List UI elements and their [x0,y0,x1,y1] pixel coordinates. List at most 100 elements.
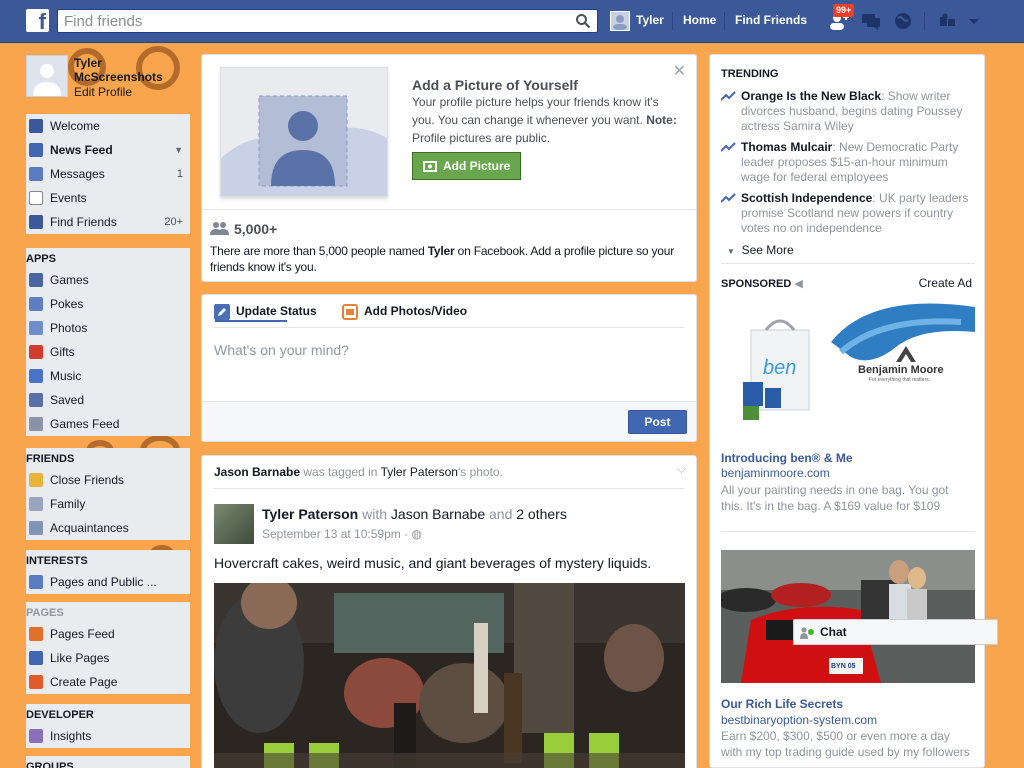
author-avatar[interactable] [214,504,254,544]
post-button[interactable]: Post [628,410,687,434]
edit-profile-link[interactable]: Edit Profile [74,85,132,99]
sidebar-item-label: Close Friends [50,473,125,487]
search-box[interactable] [57,9,598,33]
context-owner-link[interactable]: Tyler Paterson [381,465,458,479]
sidebar-item-welcome[interactable]: Welcome [26,114,190,138]
nav-divider [672,12,673,30]
controller-icon [29,417,43,431]
trending-item[interactable]: Scottish Independence: UK party leaders … [721,191,976,236]
sidebar-item-news-feed[interactable]: News Feed ▼ [26,138,190,162]
sidebar-item-label: Find Friends [50,215,117,229]
insights-icon [29,729,43,743]
pages-nav: PAGES Pages Feed Like Pages Create Page [26,602,190,694]
search-input[interactable] [58,10,558,32]
sidebar-item-games-feed[interactable]: Games Feed [26,412,190,436]
sponsored-label: SPONSORED [721,278,792,290]
nav-home-link[interactable]: Home [683,13,716,27]
sidebar-item-family[interactable]: Family [26,492,190,516]
friends-nav: FRIENDS Close Friends Family Acquaintanc… [26,448,190,540]
trending-item[interactable]: Thomas Mulcair: New Democratic Party lea… [721,140,976,185]
sidebar-item-label: Saved [50,393,85,407]
sidebar-item-find-friends[interactable]: Find Friends 20+ [26,210,190,234]
sidebar-item-label: Events [50,191,87,205]
chat-online-icon [800,627,814,639]
star-icon [29,473,43,487]
story-text: Hovercraft cakes, weird music, and giant… [214,555,652,571]
sidebar-item-label: Gifts [50,345,75,359]
author-link[interactable]: Tyler Paterson [262,506,358,522]
divider [214,327,684,328]
close-icon[interactable]: ✕ [673,61,686,81]
sidebar-item-create-page[interactable]: Create Page [26,670,190,694]
sidebar-item-insights[interactable]: Insights [26,724,190,748]
trending-item[interactable]: Orange Is the New Black: Show writer div… [721,89,976,134]
meta-separator: · [400,527,412,541]
sidebar-item-like-pages[interactable]: Like Pages [26,646,190,670]
sidebar-item-pokes[interactable]: Pokes [26,292,190,316]
profile-name[interactable]: Tyler McScreenshots [74,56,170,84]
chat-bar[interactable]: Chat [793,619,998,645]
news-feed-options-icon[interactable]: ▼ [174,138,183,162]
party-photo-illustration [214,583,685,768]
and-text: and [485,506,517,522]
profile-picture[interactable] [26,55,68,97]
user-avatar[interactable] [610,11,630,31]
messages-icon[interactable] [860,11,882,31]
see-more-link[interactable]: ▼ See More [727,243,794,257]
sidebar-item-label: Pages Feed [50,627,115,641]
sidebar-item-label: News Feed [50,143,113,157]
sidebar-item-pages-feed[interactable]: Pages Feed [26,622,190,646]
sidebar-item-games[interactable]: Games [26,268,190,292]
ad-image-benjamin-moore[interactable]: ben Benjamin Moore For everything that m… [721,302,975,438]
acquaintances-icon [29,521,43,535]
family-icon [29,497,43,511]
create-ad-link[interactable]: Create Ad [919,276,972,290]
sidebar-item-pages-public[interactable]: Pages and Public ... [26,570,190,594]
story-photo[interactable] [214,583,685,768]
add-picture-button[interactable]: Add Picture [412,152,521,180]
status-input[interactable]: What's on your mind? [214,342,349,358]
pokes-icon [29,297,43,311]
others-link[interactable]: 2 others [516,506,567,522]
facebook-logo-icon[interactable]: f [26,9,49,32]
ad-title[interactable]: Our Rich Life Secrets [721,697,843,711]
facebook-icon [29,119,43,133]
nav-user-link[interactable]: Tyler [636,13,664,27]
thumbs-up-icon [29,651,43,665]
story-context: Jason Barnabe was tagged in Tyler Paters… [214,465,503,479]
sidebar-item-messages[interactable]: Messages 1 [26,162,190,186]
privacy-shortcuts-icon[interactable] [937,11,959,31]
sidebar-item-label: Insights [50,729,92,743]
timestamp-link[interactable]: September 13 at 10:59pm [262,527,401,541]
sidebar-item-label: Acquaintances [50,521,129,535]
ad-url[interactable]: benjaminmoore.com [721,466,830,480]
search-icon[interactable] [575,13,591,29]
note-label: Note: [646,113,677,127]
tagged-friend-link[interactable]: Jason Barnabe [391,506,485,522]
ad-image-car[interactable]: BYN 05 [721,550,975,683]
license-plate: BYN 05 [831,663,856,670]
add-profile-picture-card: ✕ Add a Picture of Yourself Your profile… [201,54,697,282]
ad-url[interactable]: bestbinaryoption-system.com [721,713,877,727]
story-options-chevron-icon[interactable]: ⌵ [677,462,686,477]
globe-notifications-icon[interactable] [892,11,914,31]
calendar-icon [29,191,43,205]
sidebar-item-gifts[interactable]: Gifts [26,340,190,364]
sidebar-item-photos[interactable]: Photos [26,316,190,340]
context-actor-link[interactable]: Jason Barnabe [214,465,300,479]
sidebar-item-saved[interactable]: Saved [26,388,190,412]
sidebar-item-events[interactable]: Events [26,186,190,210]
profile-prompt-text: Your profile picture helps your friends … [412,93,677,147]
groups-nav: GROUPS [26,756,190,768]
messages-icon [29,167,43,181]
megaphone-icon: ◀ [794,278,803,290]
nav-find-friends-link[interactable]: Find Friends [735,13,807,27]
sidebar-item-close-friends[interactable]: Close Friends [26,468,190,492]
tab-add-photos-video[interactable]: Add Photos/Video [364,304,467,318]
sidebar-item-acquaintances[interactable]: Acquaintances [26,516,190,540]
ad-title[interactable]: Introducing ben® & Me [721,451,853,465]
sidebar-item-music[interactable]: Music [26,364,190,388]
tab-update-status[interactable]: Update Status [236,304,317,318]
privacy-globe-icon[interactable]: ◍ [411,527,421,541]
chevron-down-icon[interactable] [966,11,982,31]
